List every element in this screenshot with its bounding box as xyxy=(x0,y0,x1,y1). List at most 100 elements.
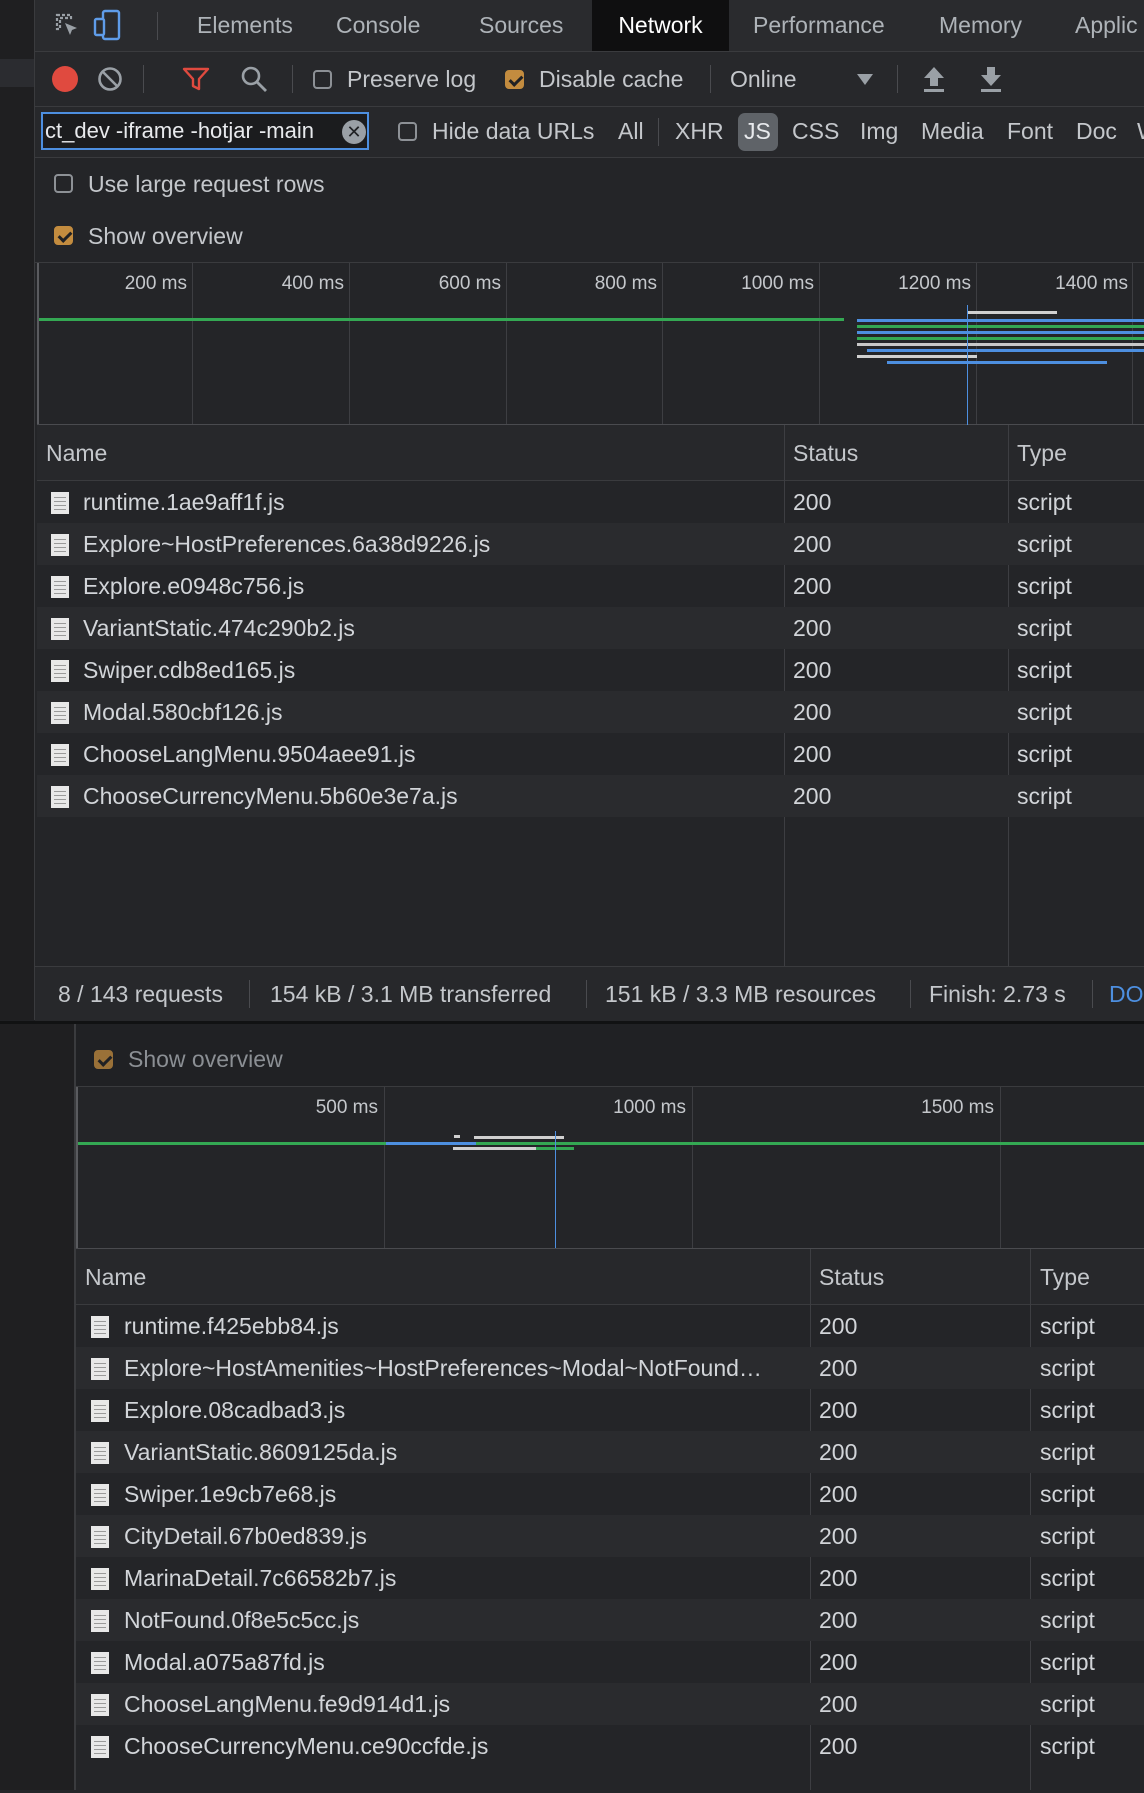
table-row[interactable]: ChooseLangMenu.9504aee91.js 200 script xyxy=(37,733,1144,775)
table-row[interactable]: Explore.08cadbad3.js 200 script xyxy=(76,1389,1144,1431)
tick-label: 800 ms xyxy=(594,273,657,294)
waterfall-bar xyxy=(386,1142,476,1145)
tab-network[interactable]: Network xyxy=(592,0,729,51)
request-name: Explore~HostAmenities~HostPreferences~Mo… xyxy=(124,1355,762,1381)
type-filter-doc[interactable]: Doc xyxy=(1076,118,1117,145)
table-row[interactable]: VariantStatic.474c290b2.js 200 script xyxy=(37,607,1144,649)
grid-line xyxy=(192,263,193,424)
large-rows-checkbox[interactable] xyxy=(54,174,73,193)
preserve-log-label: Preserve log xyxy=(347,66,477,92)
column-status[interactable]: Status xyxy=(819,1264,884,1291)
table-row[interactable]: ChooseLangMenu.fe9d914d1.js 200 script xyxy=(76,1683,1144,1725)
request-name: Swiper.1e9cb7e68.js xyxy=(124,1481,337,1507)
status-separator xyxy=(910,980,911,1008)
waterfall-bar xyxy=(967,311,1057,314)
grid-line xyxy=(819,263,820,424)
request-name: Modal.a075a87fd.js xyxy=(124,1649,325,1675)
request-name: VariantStatic.8609125da.js xyxy=(124,1439,398,1465)
clear-icon[interactable] xyxy=(97,66,123,92)
preserve-log-checkbox[interactable] xyxy=(313,70,332,89)
file-icon xyxy=(91,1358,109,1380)
table-row[interactable]: ChooseCurrencyMenu.ce90ccfde.js 200 script xyxy=(76,1725,1144,1767)
dom-content-loaded-marker xyxy=(555,1131,556,1248)
type-filter-all[interactable]: All xyxy=(618,118,644,145)
throttle-select[interactable]: Online xyxy=(730,66,796,93)
tab-application[interactable]: Applic xyxy=(1075,0,1138,51)
tab-elements[interactable]: Elements xyxy=(197,0,293,51)
toolbar-separator xyxy=(897,65,898,93)
gutter-marker xyxy=(0,59,34,87)
file-icon xyxy=(91,1736,109,1758)
search-icon[interactable] xyxy=(240,65,268,93)
dom-content-loaded-marker xyxy=(967,305,968,429)
tab-memory[interactable]: Memory xyxy=(939,0,1022,51)
waterfall-bar xyxy=(887,361,1107,364)
disable-cache-checkbox[interactable] xyxy=(505,70,524,89)
table-row[interactable]: MarinaDetail.7c66582b7.js 200 script xyxy=(76,1557,1144,1599)
left-gutter xyxy=(0,0,35,1020)
clear-input-icon[interactable]: ✕ xyxy=(342,120,366,144)
request-status: 200 xyxy=(793,573,832,599)
request-name: NotFound.0f8e5c5cc.js xyxy=(124,1607,360,1633)
table-row[interactable]: CityDetail.67b0ed839.js 200 script xyxy=(76,1515,1144,1557)
request-name: CityDetail.67b0ed839.js xyxy=(124,1523,367,1549)
inspect-icon[interactable] xyxy=(54,12,82,40)
tab-sources[interactable]: Sources xyxy=(479,0,563,51)
record-icon[interactable] xyxy=(52,66,78,92)
table-row[interactable]: ChooseCurrencyMenu.5b60e3e7a.js 200 script xyxy=(37,775,1144,817)
type-filter-font[interactable]: Font xyxy=(1007,118,1053,145)
table-row[interactable]: runtime.1ae9aff1f.js 200 script xyxy=(37,481,1144,523)
column-type[interactable]: Type xyxy=(1040,1264,1090,1291)
waterfall-bar xyxy=(857,319,1144,322)
filter-input[interactable]: ct_dev -iframe -hotjar -main xyxy=(41,112,369,150)
table-row[interactable]: Explore.e0948c756.js 200 script xyxy=(37,565,1144,607)
type-filter-ws[interactable]: W xyxy=(1137,118,1144,145)
type-filter-img[interactable]: Img xyxy=(860,118,898,145)
table-row[interactable]: Explore~HostPreferences.6a38d9226.js 200 s… xyxy=(37,523,1144,565)
table-row[interactable]: Swiper.cdb8ed165.js 200 script xyxy=(37,649,1144,691)
request-name: ChooseLangMenu.9504aee91.js xyxy=(83,741,416,767)
overview-timeline[interactable]: 200 ms 400 ms 600 ms 800 ms 1000 ms 1200… xyxy=(37,263,1144,429)
column-name[interactable]: Name xyxy=(85,1264,146,1291)
upload-icon[interactable] xyxy=(921,64,947,94)
request-count: 8 / 143 requests xyxy=(58,981,223,1007)
file-icon xyxy=(51,618,69,640)
toolbar-separator xyxy=(710,65,711,93)
table-row[interactable]: Explore~HostAmenities~HostPreferences~Mo… xyxy=(76,1347,1144,1389)
request-status: 200 xyxy=(793,531,832,557)
table-row[interactable]: VariantStatic.8609125da.js 200 script xyxy=(76,1431,1144,1473)
request-type: script xyxy=(1017,699,1072,725)
type-filter-css[interactable]: CSS xyxy=(792,118,839,145)
overview-timeline-bottom[interactable]: 500 ms 1000 ms 1500 ms xyxy=(76,1087,1144,1250)
filter-icon[interactable] xyxy=(182,66,210,92)
request-type: script xyxy=(1017,783,1072,809)
tab-performance[interactable]: Performance xyxy=(753,0,885,51)
table-row[interactable]: Modal.580cbf126.js 200 script xyxy=(37,691,1144,733)
column-name[interactable]: Name xyxy=(46,440,107,467)
tab-console[interactable]: Console xyxy=(336,0,420,51)
column-status[interactable]: Status xyxy=(793,440,858,467)
table-row[interactable]: Swiper.1e9cb7e68.js 200 script xyxy=(76,1473,1144,1515)
request-status: 200 xyxy=(793,657,832,683)
show-overview-checkbox-bottom[interactable] xyxy=(94,1050,113,1069)
device-toggle-icon[interactable] xyxy=(93,9,123,41)
file-icon xyxy=(91,1442,109,1464)
column-type[interactable]: Type xyxy=(1017,440,1067,467)
table-row[interactable]: runtime.f425ebb84.js 200 script xyxy=(76,1305,1144,1347)
request-type: script xyxy=(1017,615,1072,641)
file-icon xyxy=(91,1484,109,1506)
type-filter-js[interactable]: JS xyxy=(744,118,771,145)
status-separator xyxy=(249,980,250,1008)
type-filter-media[interactable]: Media xyxy=(921,118,984,145)
file-icon xyxy=(51,492,69,514)
show-overview-checkbox[interactable] xyxy=(54,226,73,245)
file-icon xyxy=(91,1316,109,1338)
type-filter-xhr[interactable]: XHR xyxy=(675,118,724,145)
file-icon xyxy=(51,744,69,766)
table-row[interactable]: Modal.a075a87fd.js 200 script xyxy=(76,1641,1144,1683)
table-row[interactable]: NotFound.0f8e5c5cc.js 200 script xyxy=(76,1599,1144,1641)
dropdown-arrow-icon[interactable] xyxy=(857,74,873,85)
hide-data-urls-checkbox[interactable] xyxy=(398,122,417,141)
download-icon[interactable] xyxy=(978,64,1004,94)
status-bar: 8 / 143 requests 154 kB / 3.1 MB transfe… xyxy=(35,966,1144,1021)
